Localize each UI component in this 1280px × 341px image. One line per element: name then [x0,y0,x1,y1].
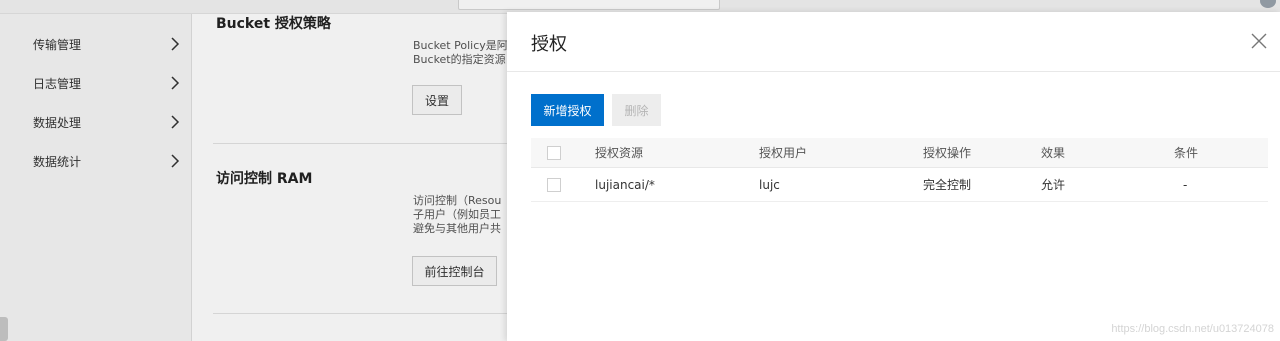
column-header: 条件 [1174,146,1199,160]
table-header: 授权资源 授权用户 授权操作 效果 条件 [531,138,1268,168]
row-checkbox[interactable] [547,177,561,192]
drawer-title: 授权 [531,34,567,55]
column-header: 授权操作 [923,146,972,160]
drawer-header: 授权 [507,12,1280,72]
watermark: https://blog.csdn.net/u013724078 [1111,323,1274,335]
table-row: lujiancai/* lujc 完全控制 允许 - [531,168,1268,202]
resource-cell: lujiancai/* [595,177,655,192]
column-header: 效果 [1041,146,1066,160]
authorization-drawer: 授权 新增授权 删除 授权资源 授权用户 授权操作 效果 条件 lujianca… [507,12,1280,341]
select-all-checkbox-cell [547,138,561,167]
action-cell: 完全控制 [923,178,972,192]
close-icon[interactable] [1250,32,1268,50]
effect-cell: 允许 [1041,178,1066,192]
add-authorization-button[interactable]: 新增授权 [531,94,604,126]
delete-button[interactable]: 删除 [612,94,661,126]
select-all-checkbox[interactable] [547,145,561,160]
column-header: 授权资源 [595,146,644,160]
condition-cell: - [1183,177,1188,192]
column-header: 授权用户 [759,146,808,160]
user-cell: lujc [759,177,780,192]
row-checkbox-cell [547,168,561,201]
